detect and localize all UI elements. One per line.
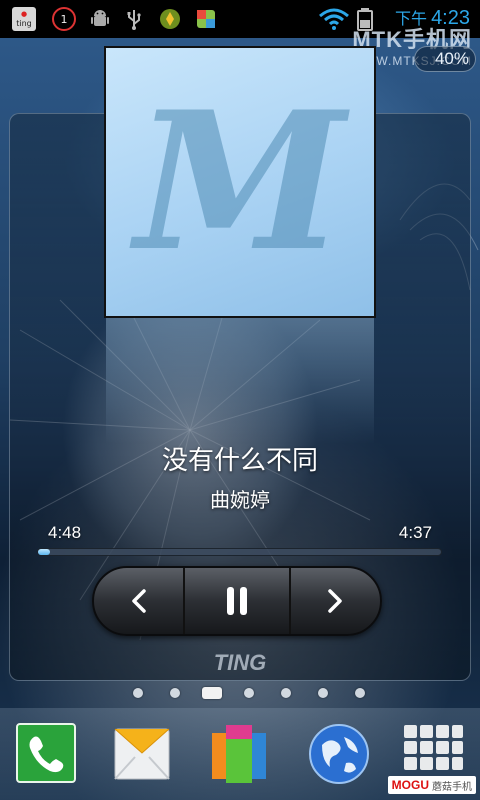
home-page-indicator	[0, 686, 480, 700]
wifi-icon	[319, 8, 349, 30]
song-title: 没有什么不同	[161, 446, 318, 476]
page-dot[interactable]	[281, 688, 291, 698]
page-dot[interactable]	[318, 688, 328, 698]
next-button[interactable]	[291, 568, 380, 634]
previous-button[interactable]	[94, 568, 183, 634]
mogu-label-cn: 蘑菇手机	[432, 781, 472, 793]
page-dot-active[interactable]	[202, 687, 222, 699]
seek-bar[interactable]	[37, 548, 442, 556]
chevron-right-icon	[328, 589, 343, 613]
android-debug-icon	[91, 10, 109, 26]
chevron-left-icon	[131, 589, 146, 613]
total-time: 4:37	[398, 523, 432, 542]
dock: MOGU 蘑菇手机	[0, 708, 480, 800]
pause-button[interactable]	[183, 568, 291, 634]
player-brand-label: TING	[213, 650, 267, 675]
page-dot[interactable]	[170, 688, 180, 698]
phone-icon[interactable]	[16, 723, 78, 785]
ting-notification-label: ting	[16, 19, 32, 28]
messaging-icon[interactable]	[111, 723, 173, 785]
notification-count-badge: 1	[52, 7, 76, 31]
mogu-watermark: MOGU 蘑菇手机	[387, 776, 476, 794]
ting-notification-icon: ● ting	[12, 7, 36, 31]
song-artist: 曲婉婷	[210, 488, 270, 512]
pause-icon	[227, 587, 247, 615]
mogu-label-en: MOGU	[391, 778, 429, 792]
page-dot[interactable]	[244, 688, 254, 698]
page-dot[interactable]	[133, 688, 143, 698]
battery-percent-badge: 40%	[414, 46, 476, 72]
album-art-logo: M	[129, 70, 350, 293]
page-dot[interactable]	[355, 688, 365, 698]
download-app-icon	[197, 10, 215, 28]
elapsed-time: 4:48	[48, 523, 82, 542]
app-drawer-icon[interactable]	[208, 723, 270, 785]
album-art[interactable]: M	[104, 46, 376, 318]
album-art-reflection	[106, 318, 374, 458]
browser-icon[interactable]	[308, 723, 370, 785]
usb-icon	[127, 10, 141, 30]
playback-controls	[92, 566, 382, 636]
seek-bar-fill	[38, 549, 51, 555]
app-store-icon	[160, 9, 180, 29]
album-art-letter: M	[129, 70, 350, 293]
